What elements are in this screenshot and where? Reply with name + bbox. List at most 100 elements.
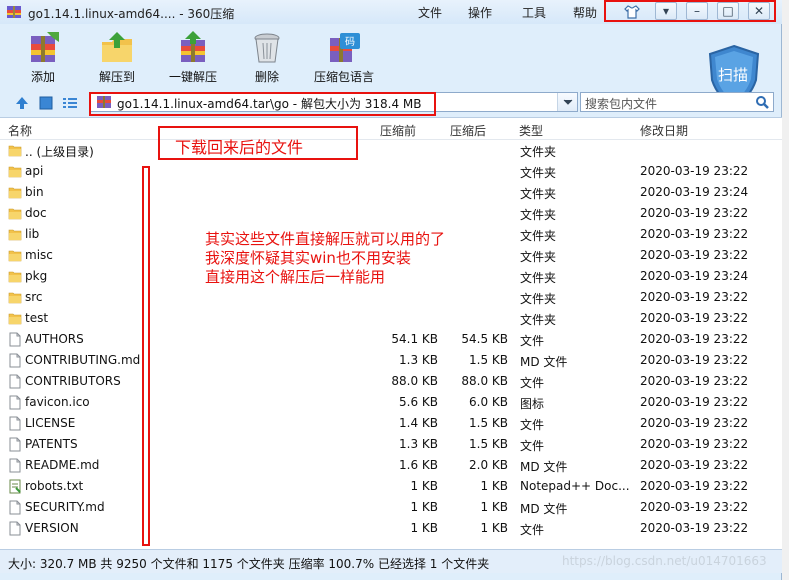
file-type: 文件夹 <box>520 229 557 243</box>
file-type: 文件夹 <box>520 166 557 180</box>
chevron-down-icon <box>563 99 573 105</box>
file-row[interactable]: test 文件夹 2020-03-19 23:22 <box>0 308 782 329</box>
annotation-box-window-controls <box>604 0 776 22</box>
status-text: 大小: 320.7 MB 共 9250 个文件和 1175 个文件夹 压缩率 1… <box>8 557 490 571</box>
file-name: .. (上级目录) <box>25 145 94 159</box>
annotation-downloaded: 下载回来后的文件 <box>175 138 304 157</box>
path-dropdown-button[interactable] <box>557 93 577 111</box>
file-row[interactable]: .. (上级目录) 文件夹 <box>0 140 782 161</box>
file-type: 文件夹 <box>520 271 557 285</box>
search-input[interactable]: 搜索包内文件 <box>580 92 774 112</box>
file-date: 2020-03-19 23:22 <box>640 206 749 220</box>
file-type: Notepad++ Doc... <box>520 479 630 493</box>
annotation-note-line: 其实这些文件直接解压就可以用的了 <box>205 230 446 248</box>
file-unpacked-size: 1.5 KB <box>469 437 508 451</box>
file-type: 文件夹 <box>520 208 557 222</box>
file-unpacked-size: 1.5 KB <box>469 416 508 430</box>
annotation-bracket <box>142 166 150 546</box>
file-icon <box>8 437 22 452</box>
file-name: test <box>25 311 49 325</box>
annotation-note-line: 我深度怀疑其实win也不用安装 <box>205 249 411 267</box>
extract-to-button[interactable]: 解压到 <box>82 28 152 86</box>
file-name: README.md <box>25 458 100 472</box>
folder-icon <box>8 269 22 284</box>
file-row[interactable]: bin 文件夹 2020-03-19 23:24 <box>0 182 782 203</box>
add-button[interactable]: 添加 <box>8 28 78 86</box>
archive-language-button[interactable]: 码 压缩包语言 <box>306 28 382 86</box>
file-row[interactable]: src 文件夹 2020-03-19 23:22 <box>0 287 782 308</box>
menu-file[interactable]: 文件 <box>418 4 442 21</box>
file-row[interactable]: AUTHORS 54.1 KB 54.5 KB 文件 2020-03-19 23:22 <box>0 329 782 350</box>
text-file-icon <box>8 479 22 494</box>
file-row[interactable]: LICENSE 1.4 KB 1.5 KB 文件 2020-03-19 23:22 <box>0 413 782 434</box>
file-icon <box>8 416 22 431</box>
file-date: 2020-03-19 23:22 <box>640 500 749 514</box>
file-date: 2020-03-19 23:22 <box>640 395 749 409</box>
menu-operate[interactable]: 操作 <box>468 4 492 21</box>
file-row[interactable]: SECURITY.md 1 KB 1 KB MD 文件 2020-03-19 23:22 <box>0 497 782 518</box>
col-packed[interactable]: 压缩前 <box>380 122 416 139</box>
file-row[interactable]: VERSION 1 KB 1 KB 文件 2020-03-19 23:22 <box>0 518 782 539</box>
file-row[interactable]: CONTRIBUTING.md 1.3 KB 1.5 KB MD 文件 2020-03-… <box>0 350 782 371</box>
file-date: 2020-03-19 23:22 <box>640 227 749 241</box>
file-date: 2020-03-19 23:22 <box>640 353 749 367</box>
add-books-icon <box>31 32 59 62</box>
file-unpacked-size: 1 KB <box>480 521 508 535</box>
search-icon[interactable] <box>755 95 770 110</box>
file-unpacked-size: 1 KB <box>480 479 508 493</box>
large-icon-view-icon[interactable] <box>38 95 54 111</box>
file-icon <box>8 332 22 347</box>
file-row[interactable]: CONTRIBUTORS 88.0 KB 88.0 KB 文件 2020-03-19 2… <box>0 371 782 392</box>
file-unpacked-size: 88.0 KB <box>461 374 508 388</box>
col-name[interactable]: 名称 <box>8 122 32 139</box>
annotation-note: 其实这些文件直接解压就可以用的了 我深度怀疑其实win也不用安装 直接用这个解压… <box>205 230 445 287</box>
file-row[interactable]: README.md 1.6 KB 2.0 KB MD 文件 2020-03-19 23:… <box>0 455 782 476</box>
file-date: 2020-03-19 23:22 <box>640 416 749 430</box>
file-row[interactable]: favicon.ico 5.6 KB 6.0 KB 图标 2020-03-19 23:2… <box>0 392 782 413</box>
file-icon <box>8 374 22 389</box>
file-unpacked-size: 2.0 KB <box>469 458 508 472</box>
file-type: MD 文件 <box>520 502 568 516</box>
file-unpacked-size: 6.0 KB <box>469 395 508 409</box>
toolbar: 添加 解压到 一键解压 删除 码 压缩包语言 扫描 <box>0 24 782 108</box>
up-arrow-icon[interactable] <box>14 95 30 111</box>
file-type: 文件 <box>520 334 545 348</box>
file-type: 文件夹 <box>520 187 557 201</box>
file-name: pkg <box>25 269 48 283</box>
archive-app-icon <box>7 6 21 18</box>
file-date: 2020-03-19 23:22 <box>640 458 749 472</box>
delete-button[interactable]: 删除 <box>232 28 302 86</box>
folder-icon <box>8 185 22 200</box>
file-type: 文件 <box>520 439 545 453</box>
file-name: lib <box>25 227 40 241</box>
file-unpacked-size: 54.5 KB <box>461 332 508 346</box>
file-type: MD 文件 <box>520 355 568 369</box>
col-type[interactable]: 类型 <box>519 122 543 139</box>
file-row[interactable]: robots.txt 1 KB 1 KB Notepad++ Doc... 2020-0… <box>0 476 782 497</box>
file-unpacked-size: 1.5 KB <box>469 353 508 367</box>
file-name: PATENTS <box>25 437 78 451</box>
file-name: VERSION <box>25 521 79 535</box>
file-name: bin <box>25 185 44 199</box>
oneclick-extract-button[interactable]: 一键解压 <box>158 28 228 86</box>
file-type: 文件 <box>520 523 545 537</box>
file-row[interactable]: PATENTS 1.3 KB 1.5 KB 文件 2020-03-19 23:22 <box>0 434 782 455</box>
file-name: api <box>25 164 44 178</box>
trash-icon <box>254 33 280 63</box>
list-view-icon[interactable] <box>62 95 78 111</box>
file-name: AUTHORS <box>25 332 84 346</box>
column-header: 名称 压缩前 压缩后 类型 修改日期 <box>0 118 782 140</box>
archive-language-button-label: 压缩包语言 <box>313 70 374 84</box>
file-row[interactable]: api 文件夹 2020-03-19 23:22 <box>0 161 782 182</box>
col-modified[interactable]: 修改日期 <box>640 122 688 139</box>
menu-tools[interactable]: 工具 <box>522 4 546 21</box>
folder-icon <box>8 248 22 263</box>
annotation-note-line: 直接用这个解压后一样能用 <box>205 268 386 286</box>
menu-help[interactable]: 帮助 <box>573 4 597 21</box>
file-unpacked-size: 1 KB <box>480 500 508 514</box>
col-unpacked[interactable]: 压缩后 <box>450 122 486 139</box>
file-date: 2020-03-19 23:22 <box>640 332 749 346</box>
file-row[interactable]: doc 文件夹 2020-03-19 23:22 <box>0 203 782 224</box>
watermark: https://blog.csdn.net/u014701663 <box>562 554 767 568</box>
svg-text:码: 码 <box>345 36 355 48</box>
